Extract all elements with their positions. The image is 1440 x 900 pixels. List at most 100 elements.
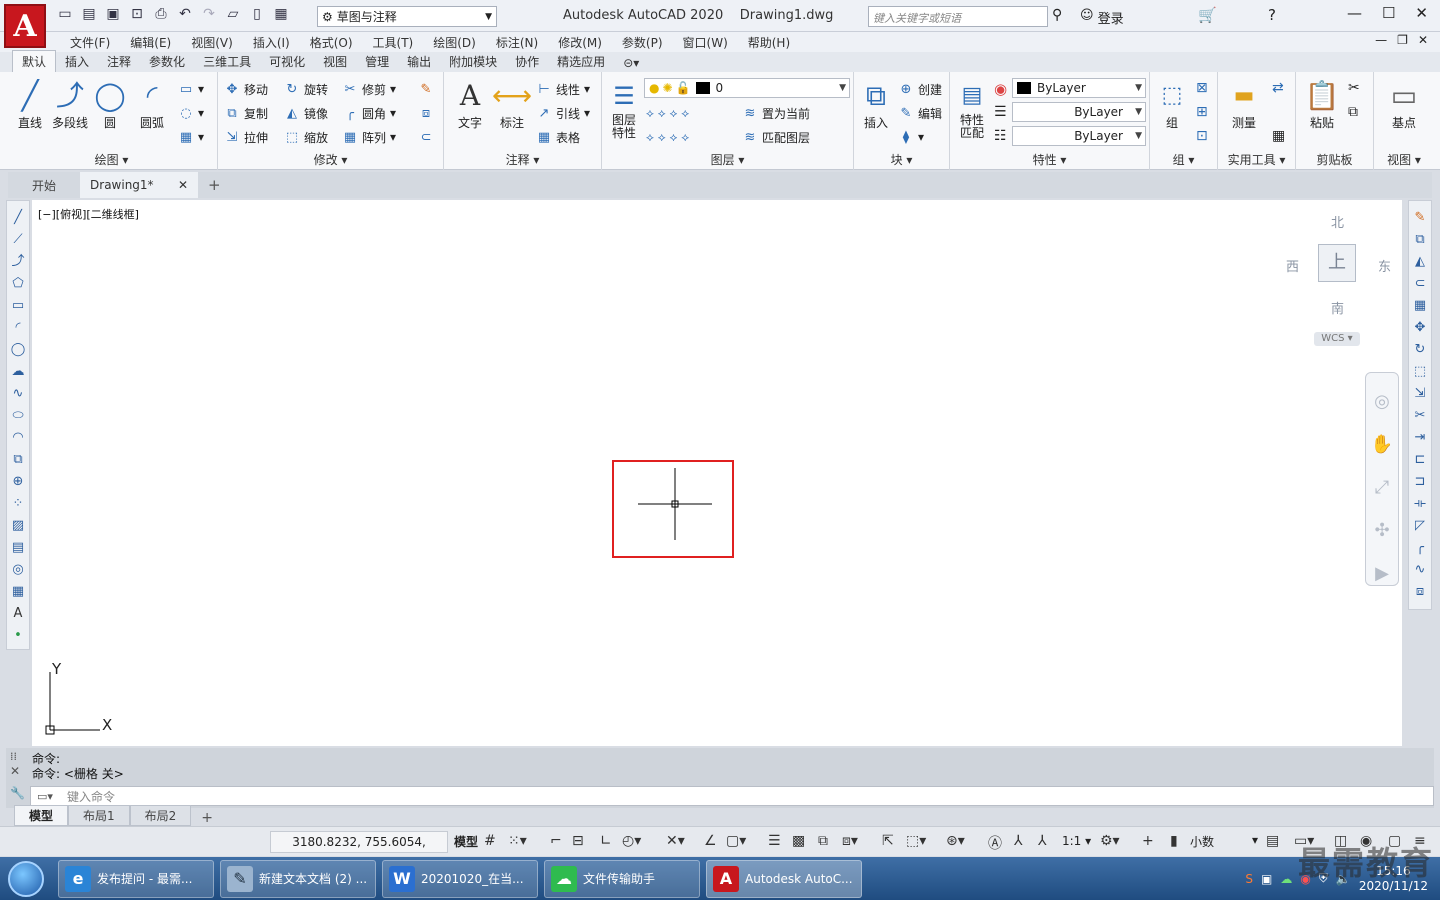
polyline-button[interactable]: ⤴ 多段线 [48, 78, 92, 131]
dynamic-input-icon[interactable]: ⊟ [572, 833, 584, 849]
steering-wheel-icon[interactable]: ◎ [1374, 391, 1390, 412]
annotation-scale-icon[interactable]: ⅄ [1038, 833, 1047, 849]
copy-icon[interactable]: ⧉ [1411, 231, 1429, 249]
3d-osnap-icon[interactable]: ⧈▾ [842, 833, 858, 849]
viewcube-top-face[interactable]: 上 [1318, 244, 1356, 282]
workspace-dropdown[interactable]: ⚙ 草图与注释 ▼ [317, 6, 497, 27]
doc-restore-icon[interactable]: ❐ [1397, 33, 1408, 47]
doc-minimize-icon[interactable]: — [1375, 33, 1387, 47]
move-button[interactable]: ✥ 移动 [224, 78, 268, 100]
insert-block-button[interactable]: ⧉ 插入 [854, 78, 898, 131]
model-space-button[interactable]: 模型 [454, 833, 478, 850]
wcs-menu[interactable]: WCS ▾ [1314, 332, 1360, 346]
create-block-button[interactable]: ⊕ 创建 [898, 78, 942, 100]
rectangle-icon[interactable]: ▭ ▾ [178, 78, 204, 100]
menu-dimension[interactable]: 标注(N) [486, 34, 548, 51]
grip-icon[interactable]: ⁞⁞ [10, 750, 17, 763]
taskbar-item-autocad[interactable]: A Autodesk AutoC... [706, 859, 862, 898]
cart-icon[interactable]: 🛒 [1198, 6, 1217, 24]
auto-scale-icon[interactable]: ⅄ [1014, 833, 1023, 849]
blend-icon[interactable]: ∿ [1411, 561, 1429, 579]
layer-tools-icons-2[interactable]: ⟡ ⟡ ⟡ ⟡ [646, 126, 689, 148]
table-icon[interactable]: ▦ [9, 583, 27, 601]
hatch-icon[interactable]: ◌ ▾ [178, 102, 204, 124]
compass-north[interactable]: 北 [1331, 212, 1344, 231]
menu-view[interactable]: 视图(V) [181, 34, 243, 51]
panel-modify-title[interactable]: 修改 ▾ [218, 151, 443, 168]
layer-properties-button[interactable]: ☰ 图层特性 [602, 78, 646, 140]
line-button[interactable]: ╱ 直线 [8, 78, 52, 131]
rotate-button[interactable]: ↻ 旋转 [284, 78, 328, 100]
tray-wechat-icon[interactable]: ☁ [1280, 872, 1292, 886]
polar-icon[interactable]: ◴▾ [622, 833, 641, 849]
help-icon[interactable]: ? [1268, 6, 1276, 24]
start-button[interactable] [0, 857, 52, 900]
join-icon[interactable]: ⟛ [1411, 495, 1429, 513]
menu-help[interactable]: 帮助(H) [738, 34, 800, 51]
explode-icon[interactable]: ⧈ [418, 102, 434, 124]
object-snap-icon[interactable]: ▢▾ [726, 833, 746, 849]
viewport-controls-label[interactable]: [−][俯视][二维线框] [38, 206, 139, 222]
ellipse-icon[interactable]: ⬭ [9, 407, 27, 425]
orbit-icon[interactable]: ✣ [1374, 520, 1389, 541]
match-layer-button[interactable]: ≋ 匹配图层 [742, 126, 810, 148]
quick-properties-icon[interactable]: ▤ [1266, 833, 1279, 849]
region-icon[interactable]: ◎ [9, 561, 27, 579]
save-icon[interactable]: ▣ [104, 5, 122, 23]
copy-clip-icon[interactable]: ⧉ [1348, 104, 1358, 120]
tab-addins[interactable]: 附加模块 [440, 51, 506, 72]
signin-button[interactable]: ☺ 登录 [1080, 8, 1124, 27]
new-icon[interactable]: ▭ [56, 5, 74, 23]
arc-button[interactable]: ◜ 圆弧 [130, 78, 174, 131]
group-select-icon[interactable]: ⊡ [1196, 128, 1208, 144]
copy-button[interactable]: ⧉ 复制 [224, 102, 268, 124]
trim-icon[interactable]: ✂ [1411, 407, 1429, 425]
lineweight-toggle-icon[interactable]: ☰ [768, 833, 781, 849]
tab-visualize[interactable]: 可视化 [260, 51, 314, 72]
erase-icon[interactable]: ✎ [1411, 209, 1429, 227]
table-button[interactable]: ▦ 表格 [536, 126, 580, 148]
layer-dropdown[interactable]: ● ✺ 🔓 0 ▼ [644, 78, 850, 98]
customize-wrench-icon[interactable]: 🔧 [10, 786, 25, 800]
panel-properties-title[interactable]: 特性 ▾ [950, 151, 1149, 168]
linetype-dropdown[interactable]: ByLayer ▼ [1012, 102, 1146, 122]
lineweight-dropdown[interactable]: ByLayer ▼ [1012, 126, 1146, 146]
layer-tools-icons-1[interactable]: ⟡ ⟡ ⟡ ⟡ [646, 102, 689, 124]
infer-icon[interactable]: ⌐ [550, 833, 562, 849]
showmotion-icon[interactable]: ▶ [1375, 563, 1389, 584]
ellipse-arc-icon[interactable]: ◠ [9, 429, 27, 447]
extend-icon[interactable]: ⇥ [1411, 429, 1429, 447]
tab-model[interactable]: 模型 [14, 805, 69, 826]
polyline-icon[interactable]: ⤴ [9, 253, 27, 271]
menu-parametric[interactable]: 参数(P) [612, 34, 673, 51]
point-icon[interactable]: ⁘ [9, 495, 27, 513]
menu-edit[interactable]: 编辑(E) [120, 34, 181, 51]
tab-manage[interactable]: 管理 [356, 51, 398, 72]
stretch-icon[interactable]: ⇲ [1411, 385, 1429, 403]
stretch-button[interactable]: ⇲ 拉伸 [224, 126, 268, 148]
offset-icon[interactable]: ⊂ [1411, 275, 1429, 293]
menu-window[interactable]: 窗口(W) [673, 34, 738, 51]
compass-west[interactable]: 西 [1286, 256, 1299, 275]
annotation-visibility-icon[interactable]: Ⓐ [988, 833, 1002, 853]
pan-hand-icon[interactable]: ✋ [1371, 434, 1393, 455]
panel-draw-title[interactable]: 绘图 ▾ [6, 151, 217, 168]
folder-icon[interactable]: ▱ [224, 5, 242, 23]
add-selected-icon[interactable]: • [9, 627, 27, 645]
selection-cycling-icon[interactable]: ⧉ [818, 833, 828, 849]
close-icon[interactable]: ✕ [1415, 4, 1428, 22]
command-input[interactable]: ▭▾ 键入命令 [30, 786, 1434, 806]
annotation-scale-dropdown[interactable]: 1:1 ▾ [1062, 834, 1091, 848]
menu-insert[interactable]: 插入(I) [243, 34, 300, 51]
open-icon[interactable]: ▤ [80, 5, 98, 23]
annotation-monitor-icon[interactable]: + [1142, 833, 1154, 849]
paste-button[interactable]: 📋 粘贴 [1300, 78, 1344, 131]
text-button[interactable]: A 文字 [448, 78, 492, 131]
menu-tools[interactable]: 工具(T) [363, 34, 424, 51]
command-prompt-icon[interactable]: ▭▾ [37, 790, 53, 803]
group-edit-icon[interactable]: ⊞ [1196, 104, 1208, 120]
gizmo-icon[interactable]: ⊛▾ [946, 833, 965, 849]
maximize-icon[interactable]: ☐ [1382, 4, 1395, 22]
linear-button[interactable]: ⊢ 线性 ▾ [536, 78, 590, 100]
gradient-icon[interactable]: ▦ ▾ [178, 126, 204, 148]
